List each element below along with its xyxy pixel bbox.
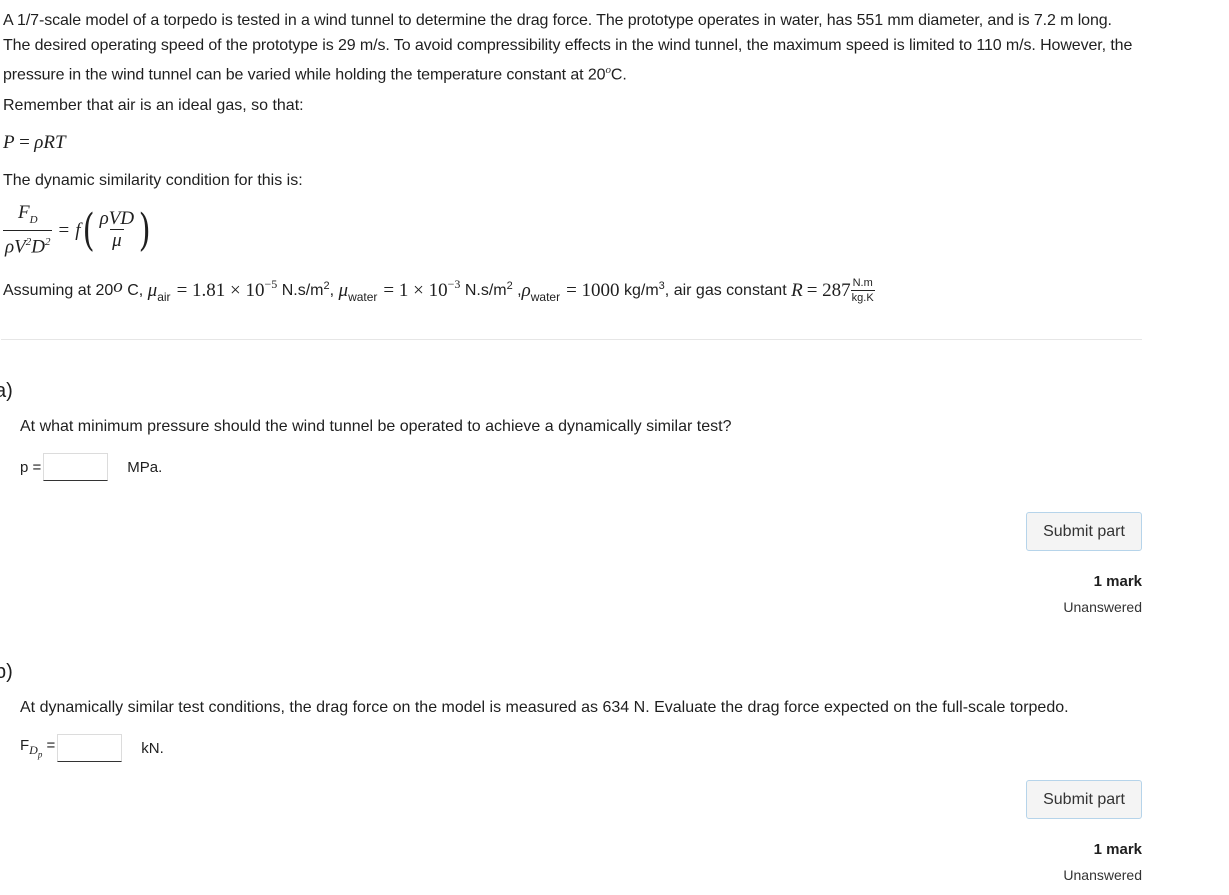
exp-2b: 2 (44, 235, 51, 248)
part-b-label: b) (0, 661, 13, 683)
part-b-submit-button[interactable]: Submit part (1026, 780, 1142, 819)
rho-v: ρV (5, 236, 26, 258)
eq-lhs: P (3, 132, 15, 153)
reynolds-denominator: μ (110, 229, 124, 252)
mu-water-symbol: μ (338, 279, 349, 301)
part-b-input-label: FDp = (20, 737, 55, 759)
unit-sup: 3 (658, 279, 665, 292)
force-symbol: F (20, 736, 30, 754)
mu-air-exponent: −5 (264, 277, 278, 291)
part-a-question: At what minimum pressure should the wind… (20, 418, 732, 435)
mu-air-symbol: μ (147, 279, 158, 301)
part-b-question: At dynamically similar test conditions, … (20, 699, 1069, 716)
part-a-submit-button[interactable]: Submit part (1026, 512, 1142, 551)
r-unit-numerator: N.m (852, 277, 873, 289)
r-value: = 287 (806, 279, 851, 301)
right-paren: ) (138, 204, 151, 256)
reynolds-fraction: ρVD μ (98, 209, 136, 252)
temperature-unit: C. (610, 66, 627, 84)
part-a-marks: 1 mark (1093, 573, 1142, 590)
mu-air-subscript: air (157, 289, 171, 304)
separator: , (512, 281, 522, 299)
mu-air-value: = 1.81 × 10 (176, 279, 265, 301)
assumption-prefix: Assuming at 20 (3, 281, 114, 299)
part-a-unit: MPa. (127, 458, 163, 476)
mu-water-subscript: water (348, 289, 378, 304)
unit-sup: 2 (506, 279, 513, 292)
mu-air-unit: N.s/m (277, 281, 324, 299)
r-unit-fraction: N.m kg.K (850, 276, 875, 305)
part-a-answer-input[interactable] (43, 453, 109, 481)
r-unit-denominator: kg.K (850, 290, 875, 304)
rho-water-unit: kg/m (619, 281, 659, 299)
left-paren: ( (83, 204, 96, 256)
part-b-answer-input[interactable] (57, 734, 123, 762)
rho-water-symbol: ρ (521, 279, 531, 301)
degree-sup: o (113, 275, 123, 297)
part-a-input-label: p = (20, 458, 42, 476)
assumptions-line: Assuming at 20 o C, μ air = 1.81 × 10 −5 N.… (3, 276, 875, 305)
diameter-symbol: D (31, 236, 45, 258)
lhs-fraction: FD ρV2D2 (3, 202, 53, 258)
ideal-gas-text: Remember that air is an ideal gas, so th… (3, 97, 304, 114)
mu-water-value: = 1 × 10 (383, 279, 448, 301)
problem-statement: A 1/7-scale model of a torpedo is tested… (3, 8, 1143, 87)
drag-force-symbol: F (17, 202, 30, 223)
part-b-unit: kN. (141, 739, 164, 757)
similarity-equation: FD ρV2D2 = f ( ρVD μ ) (3, 203, 153, 258)
sub-d: D (29, 742, 38, 757)
part-a-status: Unanswered (1063, 599, 1142, 615)
gas-constant-text: , air gas constant (664, 281, 792, 299)
celsius-unit: C, (122, 281, 148, 299)
function-symbol: f (75, 219, 81, 241)
separator: , (329, 281, 339, 299)
drag-subscript: D (29, 213, 38, 226)
mu-water-exponent: −3 (447, 277, 461, 291)
unit-sup: 2 (323, 279, 330, 292)
problem-text: A 1/7-scale model of a torpedo is tested… (3, 12, 1133, 84)
part-b-answer-row: FDp = kN. (20, 734, 164, 762)
similarity-equals: = (58, 219, 70, 241)
eq-rhs: ρRT (34, 132, 66, 153)
reynolds-numerator: ρVD (99, 208, 135, 230)
ideal-gas-equation: P = ρRT (3, 132, 66, 154)
r-symbol: R (791, 279, 803, 301)
eq-equals: = (19, 132, 30, 153)
part-b-marks: 1 mark (1093, 841, 1142, 858)
part-b-status: Unanswered (1063, 867, 1142, 883)
section-divider (1, 339, 1142, 340)
part-a-answer-row: p = MPa. (20, 453, 162, 481)
mu-water-unit: N.s/m (460, 281, 507, 299)
rho-water-value: = 1000 (566, 279, 620, 301)
part-a-label: a) (0, 380, 13, 402)
similarity-text: The dynamic similarity condition for thi… (3, 172, 303, 189)
rho-water-subscript: water (530, 289, 561, 304)
equals: = (42, 736, 56, 754)
force-subscript: Dp (29, 742, 42, 759)
